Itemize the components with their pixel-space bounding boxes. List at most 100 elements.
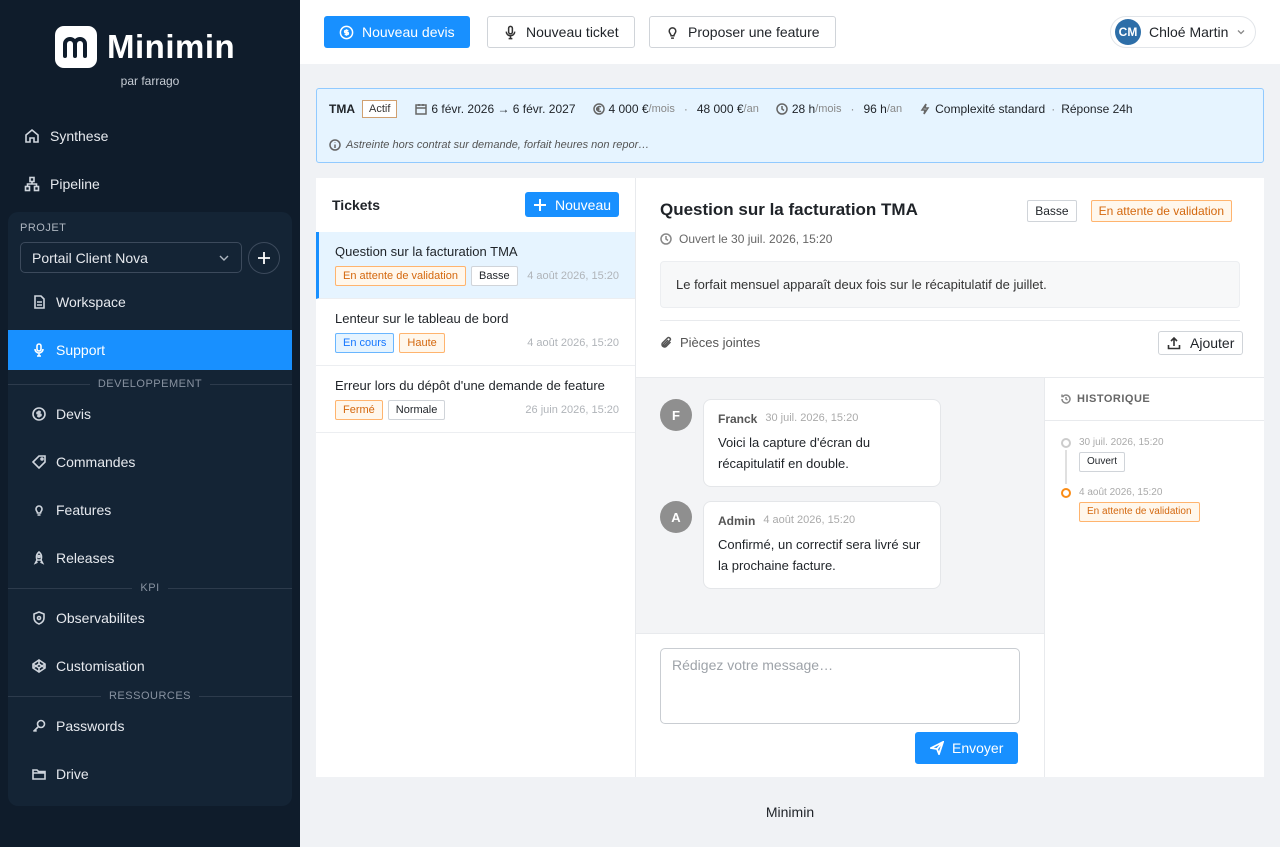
sidebar-item-workspace[interactable]: Workspace	[8, 282, 292, 322]
new-quote-label: Nouveau devis	[362, 24, 455, 40]
ticket-status-badge: Fermé	[335, 400, 383, 420]
message-author: Franck	[718, 412, 758, 426]
timeline-dot	[1061, 438, 1071, 448]
chevron-down-icon	[219, 255, 229, 261]
new-quote-button[interactable]: Nouveau devis	[324, 16, 470, 48]
contract-yearly-price: 48 000 €	[696, 102, 744, 116]
logo-mark-icon	[55, 26, 97, 68]
sidebar-item-features[interactable]: Features	[8, 490, 292, 530]
brand-subtitle: par farrago	[120, 74, 180, 88]
avatar: A	[660, 501, 692, 533]
sidebar-item-label: Passwords	[56, 718, 125, 734]
project-panel: PROJET Portail Client Nova Workspace Sup…	[8, 212, 293, 806]
lightning-icon	[920, 103, 930, 115]
sidebar-item-drive[interactable]: Drive	[8, 754, 292, 794]
new-ticket-small-button[interactable]: Nouveau	[525, 192, 620, 217]
avatar: F	[660, 399, 692, 431]
sidebar: Minimin par farrago Synthese Pipeline PR…	[0, 0, 300, 847]
send-button[interactable]: Envoyer	[915, 732, 1019, 764]
logo[interactable]: Minimin	[55, 26, 235, 68]
ticket-status-badge: En cours	[335, 333, 395, 353]
sidebar-item-label: Support	[56, 342, 106, 358]
contract-banner: TMA Actif 6 févr. 2026 → 6 févr. 2027 4 …	[316, 88, 1264, 163]
plus-icon	[258, 252, 270, 264]
history-date: 4 août 2026, 15:20	[1079, 487, 1163, 498]
sidebar-item-commandes[interactable]: Commandes	[8, 442, 292, 482]
codepen-icon	[32, 659, 46, 673]
tickets-title: Tickets	[332, 197, 380, 213]
detail-status-badge: En attente de validation	[1090, 200, 1232, 222]
message-bubble: Franck 30 juil. 2026, 15:20 Voici la cap…	[703, 399, 941, 487]
message-date: 4 août 2026, 15:20	[763, 514, 856, 526]
timeline-dot	[1061, 488, 1071, 498]
ticket-title: Question sur la facturation TMA	[335, 244, 518, 259]
nav-pipeline[interactable]: Pipeline	[0, 164, 300, 204]
sidebar-item-releases[interactable]: Releases	[8, 538, 292, 578]
ticket-date: 4 août 2026, 15:20	[527, 337, 619, 349]
contract-status-badge: Actif	[362, 100, 398, 118]
contract-response: Réponse 24h	[1061, 102, 1133, 116]
add-project-button[interactable]	[248, 242, 280, 274]
user-menu[interactable]: CM Chloé Martin	[1110, 16, 1256, 48]
shield-icon	[33, 611, 45, 625]
message-text: Voici la capture d'écran du récapitulati…	[718, 435, 871, 471]
contract-complexity: Complexité standard	[935, 102, 1046, 116]
calendar-icon	[415, 104, 428, 115]
ticket-detail: Question sur la facturation TMA Basse En…	[636, 178, 1264, 777]
dev-section-label: DEVELOPPEMENT	[97, 378, 203, 390]
message-author: Admin	[718, 514, 756, 528]
ticket-priority-badge: Basse	[470, 266, 518, 286]
detail-opened: Ouvert le 30 juil. 2026, 15:20	[660, 232, 832, 246]
dollar-circle-icon	[32, 407, 46, 421]
bulb-icon	[668, 26, 677, 39]
send-label: Envoyer	[952, 740, 1004, 756]
ticket-row[interactable]: Lenteur sur le tableau de bord En cours …	[316, 299, 635, 366]
message: A Admin 4 août 2026, 15:20 Confirmé, un …	[660, 501, 941, 589]
history-date: 30 juil. 2026, 15:20	[1079, 437, 1164, 448]
history-panel: HISTORIQUE 30 juil. 2026, 15:20 Ouvert 4…	[1044, 377, 1264, 777]
sidebar-item-devis[interactable]: Devis	[8, 394, 292, 434]
tickets-panel: Tickets Nouveau Question sur la facturat…	[316, 178, 636, 777]
propose-feature-button[interactable]: Proposer une feature	[649, 16, 836, 48]
ticket-date: 4 août 2026, 15:20	[527, 270, 619, 282]
ticket-row[interactable]: Erreur lors du dépôt d'une demande de fe…	[316, 366, 635, 433]
nav-synthese[interactable]: Synthese	[0, 116, 300, 156]
message-input[interactable]: Rédigez votre message…	[660, 648, 1020, 724]
new-ticket-button[interactable]: Nouveau ticket	[487, 16, 635, 48]
contract-yearly-unit: /an	[743, 103, 759, 115]
add-attachment-button[interactable]: Ajouter	[1158, 331, 1244, 355]
project-section-label: PROJET	[20, 222, 67, 234]
timeline-line	[1065, 450, 1067, 484]
avatar: CM	[1115, 19, 1141, 45]
euro-icon	[592, 103, 605, 115]
rocket-icon	[33, 551, 45, 565]
detail-priority-badge: Basse	[1027, 200, 1077, 222]
ticket-title: Erreur lors du dépôt d'une demande de fe…	[335, 378, 605, 393]
sidebar-item-label: Commandes	[56, 454, 136, 470]
attachments-label-text: Pièces jointes	[680, 335, 761, 350]
sidebar-item-support[interactable]: Support	[8, 330, 292, 370]
sidebar-item-customisation[interactable]: Customisation	[8, 646, 292, 686]
sidebar-item-label: Workspace	[56, 294, 126, 310]
message-composer: Rédigez votre message… Envoyer	[636, 633, 1044, 777]
ticket-priority-badge: Normale	[387, 400, 446, 420]
sidebar-item-passwords[interactable]: Passwords	[8, 706, 292, 746]
new-ticket-small-label: Nouveau	[555, 196, 612, 213]
send-icon	[930, 741, 944, 755]
message-text: Confirmé, un correctif sera livré sur la…	[718, 537, 921, 573]
history-title: HISTORIQUE	[1077, 393, 1151, 405]
plus-icon	[534, 198, 546, 211]
ticket-title: Lenteur sur le tableau de bord	[335, 311, 509, 326]
ticket-row[interactable]: Question sur la facturation TMA En atten…	[316, 232, 635, 299]
sidebar-item-observabilites[interactable]: Observabilites	[8, 598, 292, 638]
ticket-priority-badge: Haute	[399, 333, 445, 353]
kpi-section-label: KPI	[140, 582, 160, 594]
section-divider-kpi: KPI	[8, 582, 293, 594]
microphone-icon	[34, 343, 44, 357]
ticket-detail-title: Question sur la facturation TMA	[660, 200, 918, 219]
paperclip-icon	[661, 336, 672, 348]
contract-monthly-price: 4 000 €	[608, 102, 649, 116]
sidebar-item-label: Drive	[56, 766, 89, 782]
detail-opened-text: Ouvert le 30 juil. 2026, 15:20	[679, 232, 833, 246]
project-select[interactable]: Portail Client Nova	[20, 242, 242, 273]
